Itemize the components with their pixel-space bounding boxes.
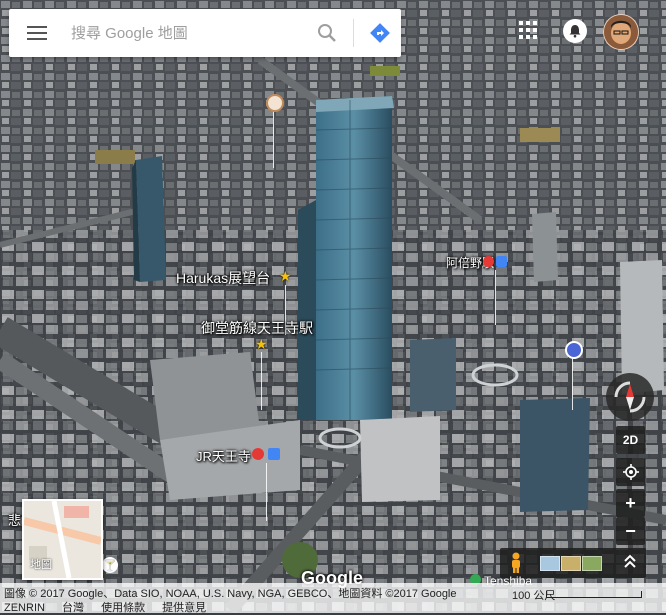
poi-marker-icon[interactable] bbox=[266, 94, 284, 112]
search-box bbox=[9, 9, 401, 57]
footer-attribution: 圖像 © 2017 Google、Data SIO, NOAA, U.S. Na… bbox=[0, 583, 666, 614]
search-icon bbox=[318, 24, 336, 42]
pin-line bbox=[572, 358, 573, 410]
directions-icon bbox=[370, 23, 390, 43]
feedback-link[interactable]: 提供意見 bbox=[162, 602, 206, 614]
rail-icon bbox=[483, 256, 494, 267]
pin-line bbox=[495, 270, 496, 325]
star-icon: ★ bbox=[279, 268, 292, 284]
account-avatar[interactable] bbox=[603, 14, 639, 50]
rail-icon bbox=[252, 448, 264, 460]
label-harukas-observatory[interactable]: Harukas展望台 bbox=[176, 268, 270, 288]
pin-line bbox=[261, 352, 262, 410]
apps-grid-icon bbox=[519, 21, 537, 39]
zoom-in-button[interactable]: + bbox=[616, 489, 645, 517]
compass-button[interactable] bbox=[606, 373, 654, 421]
my-location-icon bbox=[622, 464, 639, 480]
bus-icon bbox=[496, 256, 507, 267]
toggle-2d-button[interactable]: 2D bbox=[616, 426, 645, 454]
imagery-thumb-2[interactable] bbox=[561, 556, 581, 571]
search-button[interactable] bbox=[307, 9, 347, 57]
region-link[interactable]: 台灣 bbox=[62, 602, 84, 614]
menu-button[interactable] bbox=[9, 9, 65, 57]
pegman-icon bbox=[512, 552, 520, 573]
minimap-label: 地圖 bbox=[30, 559, 52, 571]
zoom-out-button[interactable]: − bbox=[616, 517, 645, 545]
my-location-button[interactable] bbox=[616, 458, 645, 486]
terms-link[interactable]: 使用條款 bbox=[101, 602, 145, 614]
zenrin-credit: ZENRIN bbox=[4, 602, 45, 614]
compass-icon bbox=[614, 381, 646, 413]
expand-imagery-button[interactable] bbox=[622, 553, 638, 571]
map-type-toggle[interactable]: 地圖 bbox=[22, 499, 103, 580]
avatar-photo-icon bbox=[604, 15, 638, 49]
pegman-button[interactable] bbox=[508, 552, 524, 574]
scale-bar bbox=[546, 591, 642, 598]
apps-button[interactable] bbox=[518, 20, 542, 44]
label-jr-tennoji[interactable]: JR天王寺 bbox=[196, 446, 251, 465]
search-input[interactable] bbox=[65, 13, 307, 53]
transit-marker-icon[interactable] bbox=[565, 341, 583, 359]
imagery-thumb-1[interactable] bbox=[540, 556, 560, 571]
label-left-edge: 悲 bbox=[8, 513, 22, 528]
pin-line bbox=[273, 106, 274, 168]
imagery-thumb-3[interactable] bbox=[582, 556, 602, 571]
hamburger-menu-icon bbox=[27, 26, 47, 40]
notifications-button[interactable] bbox=[563, 19, 587, 43]
chevron-up-icon bbox=[624, 554, 636, 568]
directions-button[interactable] bbox=[360, 9, 400, 57]
star-icon: ★ bbox=[255, 336, 268, 352]
bell-icon bbox=[569, 25, 581, 38]
search-divider bbox=[353, 19, 354, 47]
bus-icon bbox=[268, 448, 280, 460]
pin-line bbox=[266, 463, 267, 521]
label-midosuji-tennoji-station[interactable]: 御堂筋線天王寺駅 bbox=[201, 318, 313, 338]
poi-pin-icon[interactable]: 🍸 bbox=[102, 557, 118, 573]
